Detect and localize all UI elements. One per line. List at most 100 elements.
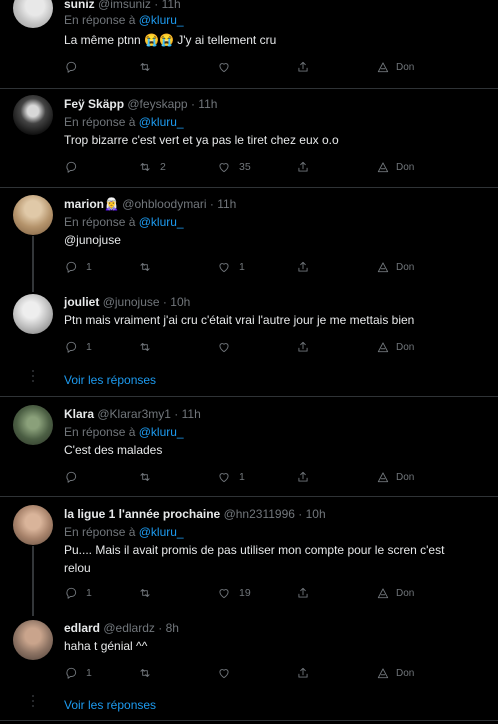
reply-prefix: En réponse à <box>64 215 136 229</box>
reply-button[interactable]: 1 <box>64 664 92 682</box>
retweet-button[interactable]: 2 <box>138 158 166 176</box>
display-name[interactable]: suniz <box>64 0 95 11</box>
show-replies-link[interactable]: Voir les réponses <box>64 698 156 712</box>
retweet-button[interactable] <box>138 338 160 356</box>
reply-to-link[interactable]: @kluru_ <box>139 13 184 27</box>
display-name[interactable]: la ligue 1 l'année prochaine <box>64 507 220 521</box>
reply-button[interactable] <box>64 58 86 76</box>
tweet[interactable]: la ligue 1 l'année prochaine @hn2311996 … <box>0 497 498 613</box>
divider <box>0 720 498 721</box>
display-name[interactable]: jouliet <box>64 295 99 309</box>
reply-icon <box>66 471 77 483</box>
display-name[interactable]: Klara <box>64 407 94 421</box>
avatar[interactable] <box>13 0 53 28</box>
avatar[interactable] <box>13 505 53 545</box>
retweet-button[interactable] <box>138 258 160 276</box>
retweet-button[interactable] <box>138 468 160 486</box>
reply-button[interactable]: 1 <box>64 338 92 356</box>
avatar[interactable] <box>13 195 53 235</box>
retweet-button[interactable] <box>138 584 160 602</box>
reply-button[interactable]: 1 <box>64 584 92 602</box>
avatar[interactable] <box>13 620 53 660</box>
retweet-icon <box>140 589 150 597</box>
reply-count: 1 <box>86 587 92 599</box>
tweet[interactable]: Feÿ Skäpp @feyskapp · 11h En réponse à @… <box>0 89 498 187</box>
donate-button[interactable]: Don <box>376 664 414 682</box>
reply-button[interactable] <box>64 158 86 176</box>
thread-dots <box>31 695 35 710</box>
like-button[interactable] <box>217 664 239 682</box>
display-name[interactable]: Feÿ Skäpp <box>64 97 124 111</box>
reply-context: En réponse à @kluru_ <box>64 13 184 28</box>
retweet-icon <box>140 263 150 271</box>
reply-button[interactable]: 1 <box>64 258 92 276</box>
timestamp[interactable]: 11h <box>217 197 236 211</box>
reply-to-link[interactable]: @kluru_ <box>139 425 184 439</box>
tweet-text[interactable]: @junojuse <box>64 231 484 249</box>
tweet[interactable]: marion🧝‍♀️ @ohbloodymari · 11h En répons… <box>0 188 498 288</box>
donate-button[interactable]: Don <box>376 468 414 486</box>
tweet[interactable]: Klara @Klarar3my1 · 11h En réponse à @kl… <box>0 397 498 495</box>
tweet-actions: 1 Don <box>64 664 484 682</box>
donate-icon <box>377 262 389 273</box>
tweet-text: Pu.... Mais il avait promis de pas utili… <box>64 543 445 575</box>
donate-button[interactable]: Don <box>376 584 414 602</box>
donate-button[interactable]: Don <box>376 158 414 176</box>
user-handle[interactable]: @feyskapp <box>127 97 187 111</box>
avatar[interactable] <box>13 405 53 445</box>
like-count: 1 <box>239 261 245 273</box>
donate-button[interactable]: Don <box>376 58 414 76</box>
like-button[interactable]: 1 <box>217 258 245 276</box>
timestamp[interactable]: 11h <box>198 97 217 111</box>
user-handle[interactable]: @edlardz <box>103 621 155 635</box>
share-button[interactable] <box>296 158 310 176</box>
timestamp[interactable]: 10h <box>170 295 190 309</box>
donate-button[interactable]: Don <box>376 338 414 356</box>
share-button[interactable] <box>296 58 310 76</box>
share-button[interactable] <box>296 468 310 486</box>
like-button[interactable] <box>217 58 239 76</box>
avatar[interactable] <box>13 294 53 334</box>
like-button[interactable]: 35 <box>217 158 251 176</box>
display-name[interactable]: marion🧝‍♀️ <box>64 197 119 211</box>
donate-button[interactable]: Don <box>376 258 414 276</box>
separator-dot: · <box>298 507 303 521</box>
timestamp[interactable]: 8h <box>166 621 179 635</box>
retweet-button[interactable] <box>138 58 160 76</box>
user-handle[interactable]: @ohbloodymari <box>122 197 206 211</box>
reply-icon <box>66 667 77 679</box>
reply-button[interactable] <box>64 468 86 486</box>
reply-to-link[interactable]: @kluru_ <box>139 525 184 539</box>
retweet-icon <box>140 669 150 677</box>
heart-icon <box>219 263 229 273</box>
timestamp[interactable]: 11h <box>182 407 201 421</box>
separator-dot: · <box>162 295 167 309</box>
avatar[interactable] <box>13 95 53 135</box>
share-button[interactable] <box>296 584 310 602</box>
user-handle[interactable]: @Klarar3my1 <box>97 407 171 421</box>
donate-icon <box>377 342 389 353</box>
reply-to-link[interactable]: @kluru_ <box>139 115 184 129</box>
like-button[interactable] <box>217 338 239 356</box>
tweet[interactable]: suniz @imsuniz · 11h En réponse à @kluru… <box>0 0 498 90</box>
retweet-icon <box>140 343 150 351</box>
share-button[interactable] <box>296 338 310 356</box>
share-button[interactable] <box>296 664 310 682</box>
timestamp[interactable]: 11h <box>162 0 181 11</box>
retweet-button[interactable] <box>138 664 160 682</box>
user-handle[interactable]: @junojuse <box>103 295 160 309</box>
tweet[interactable]: jouliet @junojuse · 10h Ptn mais vraimen… <box>0 288 498 368</box>
user-handle[interactable]: @imsuniz <box>98 0 151 11</box>
reply-icon <box>66 587 77 599</box>
reply-to-link[interactable]: @kluru_ <box>139 215 184 229</box>
like-button[interactable]: 19 <box>217 584 251 602</box>
show-replies-link[interactable]: Voir les réponses <box>64 373 156 387</box>
user-handle[interactable]: @hn2311996 <box>224 507 295 521</box>
tweet-text: La même ptnn 😭😭 J'y ai tellement cru <box>64 33 277 47</box>
display-name[interactable]: edlard <box>64 621 100 635</box>
timestamp[interactable]: 10h <box>306 507 326 521</box>
like-button[interactable]: 1 <box>217 468 245 486</box>
reply-count: 1 <box>86 261 92 273</box>
tweet[interactable]: edlard @edlardz · 8h haha t génial ^^ 1 … <box>0 614 498 694</box>
share-button[interactable] <box>296 258 310 276</box>
